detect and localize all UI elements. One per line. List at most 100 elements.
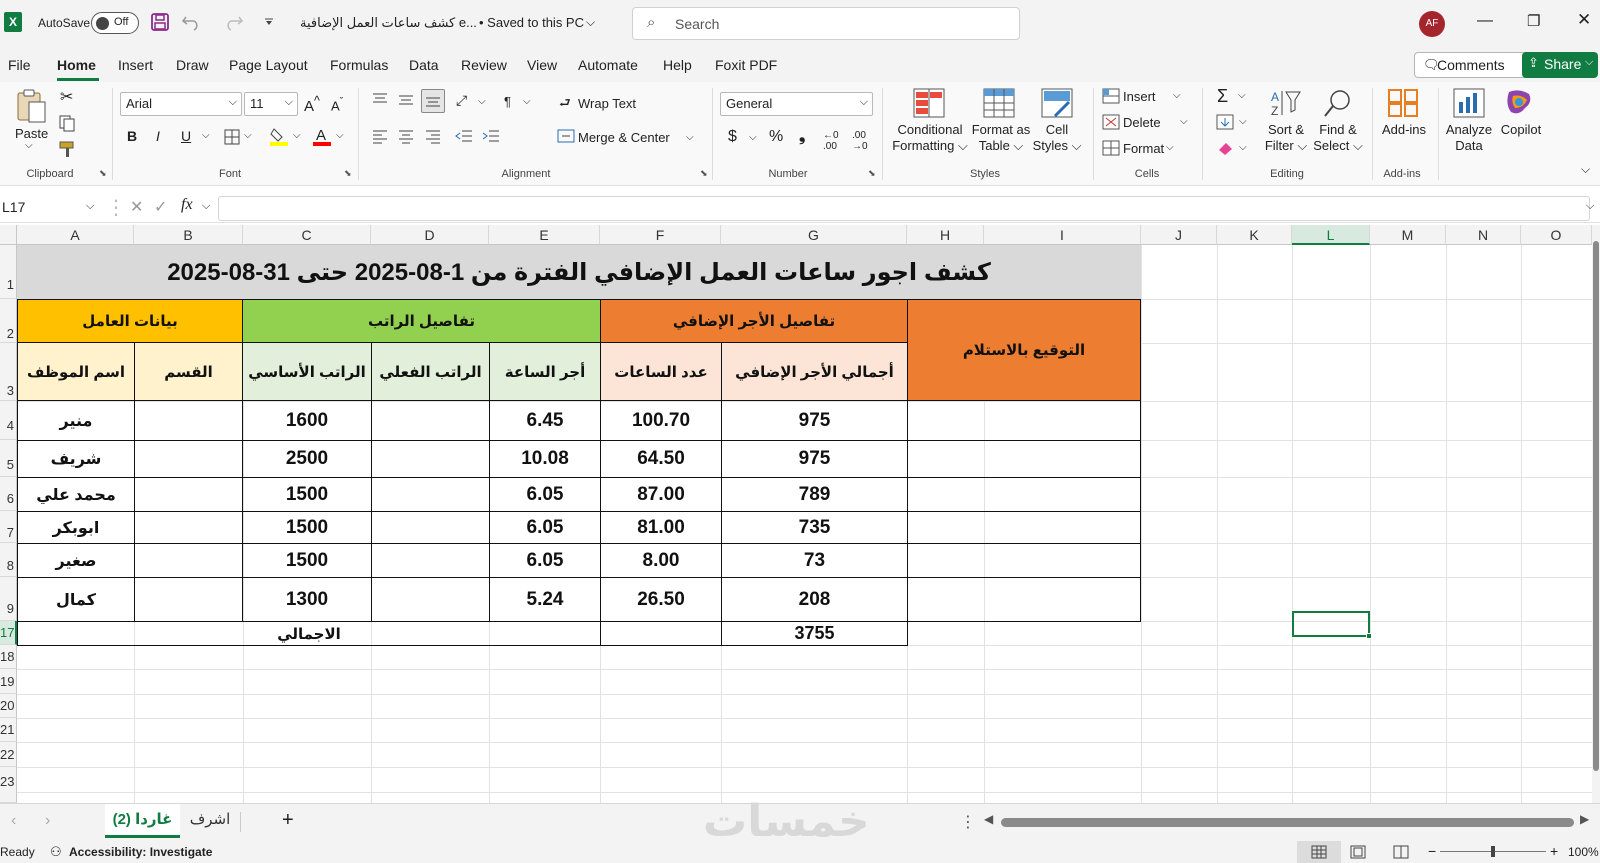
formula-input[interactable] bbox=[218, 196, 1590, 221]
chevron-down-icon[interactable]: ⌵ bbox=[586, 15, 595, 30]
department-cell[interactable] bbox=[134, 440, 243, 478]
hour-wage-cell[interactable]: 6.05 bbox=[489, 477, 601, 512]
sort-filter-icon[interactable]: AZ bbox=[1270, 88, 1302, 118]
fill-handle[interactable] bbox=[1366, 633, 1372, 639]
format-cells-icon[interactable] bbox=[1102, 140, 1120, 156]
signature-header[interactable]: التوقيع بالاستلام bbox=[907, 299, 1141, 401]
employee-name-cell[interactable]: صغير bbox=[17, 543, 135, 578]
analyze-data-icon[interactable] bbox=[1453, 88, 1485, 118]
copilot-icon[interactable] bbox=[1503, 88, 1535, 118]
row-header[interactable]: 1 bbox=[0, 245, 17, 299]
overtime-details-header[interactable]: تفاصيل الأجر الإضافي bbox=[600, 299, 908, 343]
basic-salary-cell[interactable]: 1300 bbox=[242, 577, 372, 622]
row-header[interactable]: 5 bbox=[0, 440, 17, 477]
column-header[interactable]: I bbox=[984, 225, 1141, 245]
autosum-icon[interactable]: Σ bbox=[1217, 86, 1228, 107]
column-header[interactable]: E bbox=[489, 225, 600, 245]
dialog-launcher-icon[interactable]: ⬊ bbox=[868, 168, 876, 179]
department-header[interactable]: القسم bbox=[134, 342, 243, 401]
font-color-icon[interactable]: A bbox=[313, 126, 331, 146]
comments-button[interactable]: 🗨 Comments bbox=[1414, 52, 1539, 78]
insert-function-icon[interactable]: fx bbox=[181, 196, 193, 214]
text-direction-icon[interactable]: ¶ bbox=[504, 94, 511, 109]
department-cell[interactable] bbox=[134, 477, 243, 512]
chevron-down-icon[interactable]: ⌵ bbox=[293, 130, 301, 141]
department-cell[interactable] bbox=[134, 577, 243, 622]
chevron-down-icon[interactable]: ⌵ bbox=[202, 200, 210, 213]
basic-salary-cell[interactable]: 1500 bbox=[242, 511, 372, 544]
decrease-indent-icon[interactable] bbox=[455, 128, 473, 144]
menu-help[interactable]: Help bbox=[663, 57, 692, 73]
hour-wage-cell[interactable]: 10.08 bbox=[489, 440, 601, 478]
clear-icon[interactable] bbox=[1216, 140, 1234, 156]
row-header[interactable]: 22 bbox=[0, 742, 17, 767]
wrap-text-button[interactable]: Wrap Text bbox=[578, 96, 636, 111]
row-header[interactable]: 18 bbox=[0, 645, 17, 669]
signature-cell[interactable] bbox=[907, 440, 1141, 478]
expand-formula-bar-icon[interactable]: ⌵ bbox=[1586, 200, 1594, 213]
signature-cell[interactable] bbox=[907, 400, 1141, 441]
column-header[interactable]: O bbox=[1521, 225, 1592, 245]
accessibility-icon[interactable]: ⚇ bbox=[50, 844, 62, 860]
decrease-decimal-icon[interactable]: .00 →0 bbox=[852, 130, 868, 152]
total-overtime-cell[interactable]: 789 bbox=[721, 477, 908, 512]
basic-salary-cell[interactable]: 1600 bbox=[242, 400, 372, 441]
paste-label[interactable]: Paste bbox=[15, 126, 48, 141]
undo-icon[interactable] bbox=[181, 13, 203, 31]
row-header[interactable]: 8 bbox=[0, 543, 17, 577]
actual-salary-cell[interactable] bbox=[371, 440, 490, 478]
hour-wage-cell[interactable]: 6.45 bbox=[489, 400, 601, 441]
page-break-view-icon[interactable] bbox=[1393, 845, 1409, 859]
row-header[interactable]: 4 bbox=[0, 401, 17, 440]
chevron-down-icon[interactable]: ⌵ bbox=[478, 96, 486, 107]
total-overtime-cell[interactable]: 73 bbox=[721, 543, 908, 578]
cut-icon[interactable]: ✂ bbox=[60, 87, 73, 107]
row-header[interactable]: 2 bbox=[0, 299, 17, 343]
add-sheet-button[interactable]: + bbox=[282, 809, 294, 832]
employee-name-header[interactable]: اسم الموظف bbox=[17, 342, 135, 401]
hours-count-cell[interactable]: 100.70 bbox=[600, 400, 722, 441]
employee-name-cell[interactable]: ابوبكر bbox=[17, 511, 135, 544]
selected-cell[interactable] bbox=[1292, 611, 1372, 639]
total-overtime-header[interactable]: أجمالي الأجر الإضافي bbox=[721, 342, 908, 401]
currency-icon[interactable]: $ bbox=[728, 128, 737, 146]
chevron-down-icon[interactable]: ⌵ bbox=[686, 132, 694, 143]
row-header[interactable]: 7 bbox=[0, 511, 17, 543]
salary-details-header[interactable]: تفاصيل الراتب bbox=[242, 299, 601, 343]
hour-wage-cell[interactable]: 6.05 bbox=[489, 543, 601, 578]
align-top-icon[interactable] bbox=[372, 92, 388, 108]
menu-data[interactable]: Data bbox=[409, 57, 439, 73]
row-header[interactable]: 21 bbox=[0, 718, 17, 742]
row-header[interactable]: 23 bbox=[0, 767, 17, 803]
find-select-icon[interactable] bbox=[1322, 88, 1354, 118]
actual-salary-header[interactable]: الراتب الفعلي bbox=[371, 342, 490, 401]
align-middle-icon[interactable] bbox=[398, 92, 414, 108]
number-format-dropdown[interactable]: General ⌵ bbox=[720, 92, 873, 116]
menu-insert[interactable]: Insert bbox=[118, 57, 153, 73]
align-right-icon[interactable] bbox=[425, 128, 441, 144]
delete-cells-button[interactable]: Delete bbox=[1123, 115, 1161, 130]
sort-filter-button[interactable]: Sort & Filter ⌵ bbox=[1262, 122, 1310, 154]
scrollbar-thumb[interactable] bbox=[1593, 241, 1599, 771]
column-header[interactable]: G bbox=[721, 225, 907, 245]
total-hours-cell[interactable] bbox=[600, 621, 722, 646]
menu-foxit-pdf[interactable]: Foxit PDF bbox=[715, 57, 777, 73]
close-icon[interactable]: ✕ bbox=[1577, 10, 1591, 30]
menu-formulas[interactable]: Formulas bbox=[330, 57, 388, 73]
align-bottom-icon[interactable] bbox=[421, 89, 445, 113]
chevron-down-icon[interactable]: ⌵ bbox=[1239, 116, 1247, 127]
paste-icon[interactable] bbox=[14, 88, 48, 124]
align-center-icon[interactable] bbox=[398, 128, 414, 144]
department-cell[interactable] bbox=[134, 400, 243, 441]
insert-cells-icon[interactable] bbox=[1102, 88, 1120, 104]
chevron-down-icon[interactable]: ⌵ bbox=[86, 200, 94, 213]
normal-view-button[interactable] bbox=[1297, 841, 1341, 863]
format-painter-icon[interactable] bbox=[58, 140, 76, 158]
dialog-launcher-icon[interactable]: ⬊ bbox=[99, 168, 107, 179]
format-as-table-button[interactable]: Format as Table ⌵ bbox=[963, 122, 1039, 154]
column-header-selected[interactable]: L bbox=[1292, 225, 1370, 245]
chevron-down-icon[interactable]: ⌵ bbox=[25, 140, 33, 151]
select-all-corner[interactable] bbox=[0, 225, 17, 245]
sheet-title[interactable]: كشف اجور ساعات العمل الإضافي الفترة من 1… bbox=[17, 245, 1141, 299]
menu-home[interactable]: Home bbox=[57, 57, 96, 73]
